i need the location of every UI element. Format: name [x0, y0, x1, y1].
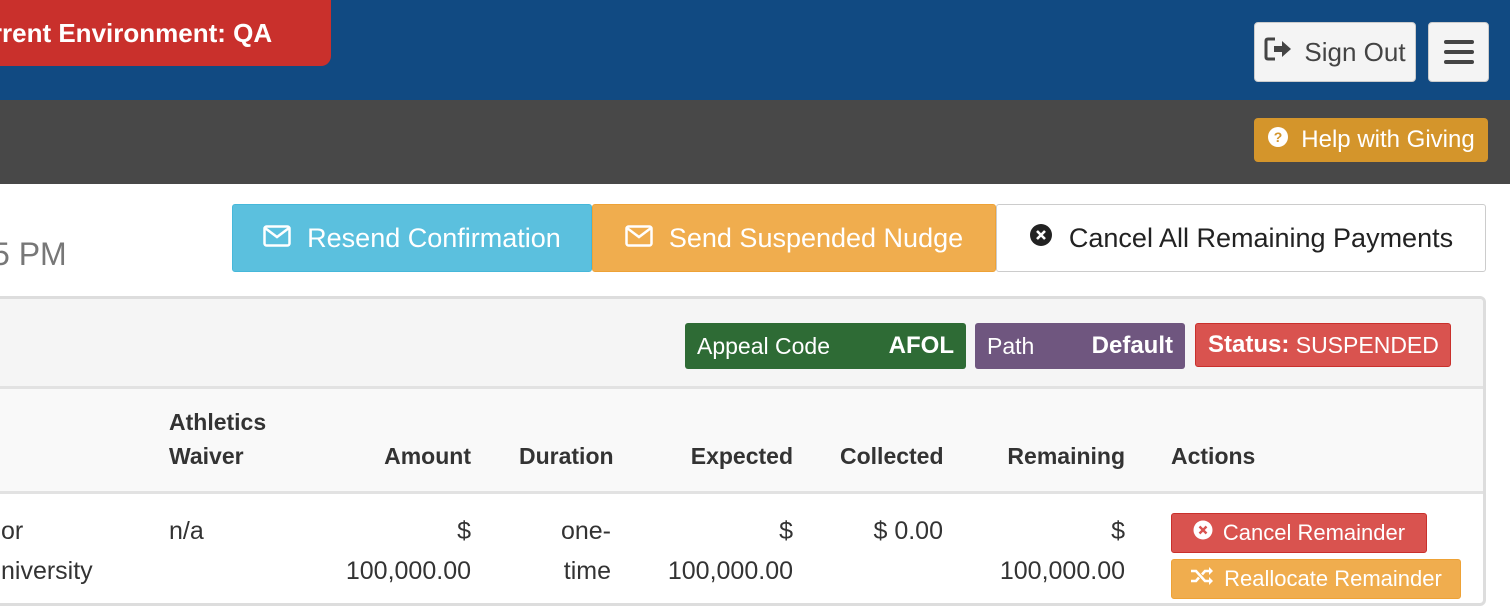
path-label: Path Default: [975, 323, 1185, 369]
row-duration-line2: time: [563, 557, 611, 585]
reallocate-remainder-button[interactable]: Reallocate Remainder: [1171, 559, 1461, 599]
menu-button[interactable]: [1428, 22, 1489, 82]
row-name-line1: or: [1, 517, 24, 545]
environment-banner-text: urrent Environment: QA: [0, 18, 273, 48]
envelope-icon: [263, 223, 291, 254]
times-circle-icon: [1029, 223, 1053, 254]
envelope-icon: [625, 223, 653, 254]
sign-out-icon: [1264, 36, 1294, 69]
row-name-line2: niversity: [1, 557, 93, 585]
col-header-waiver-line2: Waiver: [169, 443, 244, 469]
col-header-remaining: Remaining: [1007, 443, 1125, 469]
row-remaining-line2: 100,000.00: [999, 557, 1125, 585]
svg-text:?: ?: [1274, 129, 1283, 145]
col-header-collected: Collected: [840, 443, 944, 469]
resend-confirmation-label: Resend Confirmation: [307, 222, 561, 253]
times-circle-icon: [1193, 520, 1213, 546]
col-header-actions: Actions: [1171, 443, 1256, 469]
hamburger-icon: [1443, 40, 1474, 64]
col-header-amount: Amount: [384, 443, 471, 469]
panel-heading: Appeal Code AFOL Path Default Status: SU…: [0, 299, 1483, 389]
resend-confirmation-button[interactable]: Resend Confirmation: [232, 204, 592, 272]
help-with-giving-button[interactable]: ? Help with Giving: [1254, 118, 1488, 162]
sign-out-button[interactable]: Sign Out: [1254, 22, 1416, 82]
cancel-all-remaining-payments-label: Cancel All Remaining Payments: [1068, 222, 1454, 253]
shuffle-icon: [1190, 566, 1214, 592]
row-waiver: n/a: [169, 517, 204, 545]
page-date-text: 5 PM: [0, 236, 67, 272]
appeal-code-key: Appeal Code: [697, 332, 830, 359]
cancel-remainder-button[interactable]: Cancel Remainder: [1171, 513, 1427, 553]
help-with-giving-label: Help with Giving: [1301, 126, 1475, 153]
row-expected-line1: $: [779, 517, 793, 545]
col-header-duration: Duration: [519, 443, 614, 469]
row-remaining-line1: $: [1111, 517, 1125, 545]
path-value: Default: [1091, 332, 1173, 359]
col-header-waiver-line1: Athletics: [169, 409, 267, 435]
sign-out-label: Sign Out: [1304, 36, 1406, 67]
appeal-code-value: AFOL: [888, 332, 954, 359]
reallocate-remainder-label: Reallocate Remainder: [1224, 566, 1442, 591]
row-expected-line2: 100,000.00: [667, 557, 793, 585]
status-key: Status:: [1208, 331, 1290, 358]
status-value: SUSPENDED: [1295, 331, 1439, 358]
environment-banner: urrent Environment: QA: [0, 0, 331, 66]
pledge-panel: Appeal Code AFOL Path Default Status: SU…: [0, 296, 1486, 606]
status-badge: Status: SUSPENDED: [1195, 323, 1451, 367]
row-collected: $ 0.00: [873, 517, 943, 545]
row-amount-line1: $: [457, 517, 471, 545]
row-amount-line2: 100,000.00: [345, 557, 471, 585]
secondary-bar: ? Help with Giving: [0, 100, 1510, 184]
top-navbar: urrent Environment: QA Sign Out: [0, 0, 1510, 100]
question-circle-icon: ?: [1267, 126, 1289, 155]
send-suspended-nudge-button[interactable]: Send Suspended Nudge: [592, 204, 996, 272]
cancel-all-remaining-payments-button[interactable]: Cancel All Remaining Payments: [996, 204, 1486, 272]
cancel-remainder-label: Cancel Remainder: [1222, 520, 1406, 545]
appeal-code-label: Appeal Code AFOL: [685, 323, 966, 369]
table-header: Athletics Waiver Amount Duration Expecte…: [0, 389, 1483, 494]
send-suspended-nudge-label: Send Suspended Nudge: [668, 222, 964, 253]
col-header-expected: Expected: [690, 443, 793, 469]
row-duration-line1: one-: [560, 517, 611, 545]
path-key: Path: [987, 332, 1035, 359]
